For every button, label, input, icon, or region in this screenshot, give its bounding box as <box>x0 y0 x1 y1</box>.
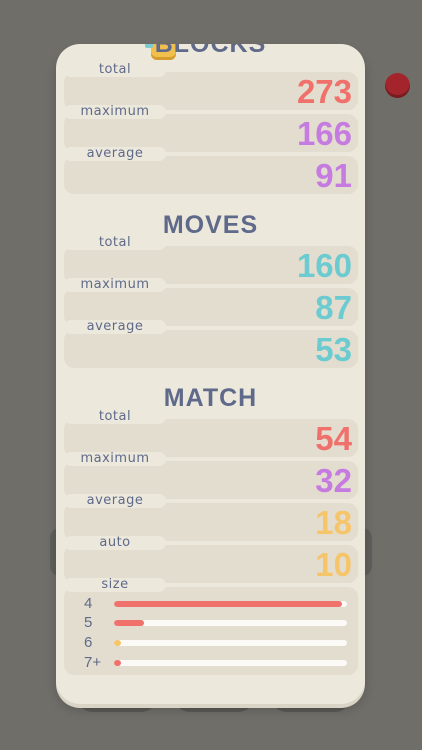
size-bar-fill <box>114 601 343 607</box>
moves-maximum-value: 87 <box>315 289 352 326</box>
blocks-total-label: total <box>64 63 166 77</box>
size-row-label: 6 <box>84 634 93 651</box>
blocks-maximum-value: 166 <box>296 115 352 152</box>
size-bar-track <box>114 620 347 626</box>
moves-average-label: average <box>64 320 166 334</box>
moves-total-value: 160 <box>296 247 352 284</box>
size-row-label: 4 <box>84 595 93 612</box>
size-row-7-plus: 7+ <box>84 655 350 671</box>
size-row-label: 7+ <box>84 654 102 671</box>
moves-average-row: 53 <box>64 330 358 368</box>
size-row-5: 5 <box>84 615 350 631</box>
size-bar-fill <box>114 640 121 646</box>
match-auto-value: 10 <box>315 546 352 583</box>
blocks-total-value: 273 <box>296 73 352 110</box>
size-bar-track <box>114 640 347 646</box>
moves-average-value: 53 <box>315 331 352 368</box>
size-row-4: 4 <box>84 596 350 612</box>
match-maximum-value: 32 <box>315 462 352 499</box>
size-bar-fill <box>114 620 145 626</box>
blocks-title: BLOCKS <box>154 44 267 58</box>
match-maximum-label: maximum <box>64 452 166 466</box>
blocks-average-value: 91 <box>315 157 352 194</box>
match-total-value: 54 <box>315 420 352 457</box>
blocks-maximum-label: maximum <box>64 105 166 119</box>
match-auto-label: auto <box>64 536 166 550</box>
blocks-average-row: 91 <box>64 156 358 194</box>
stats-panel[interactable]: BLOCKS 273 total 166 maximum 91 average … <box>56 44 365 704</box>
match-total-label: total <box>64 410 166 424</box>
size-row-label: 5 <box>84 614 93 631</box>
match-size-label: size <box>64 578 166 592</box>
match-average-label: average <box>64 494 166 508</box>
blocks-average-label: average <box>64 147 166 161</box>
size-bar-track <box>114 601 347 607</box>
match-average-value: 18 <box>315 504 352 541</box>
size-row-6: 6 <box>84 635 350 651</box>
moves-maximum-label: maximum <box>64 278 166 292</box>
close-dot-button[interactable] <box>385 73 410 98</box>
size-bar-track <box>114 660 347 666</box>
size-bar-fill <box>114 660 121 666</box>
moves-total-label: total <box>64 236 166 250</box>
